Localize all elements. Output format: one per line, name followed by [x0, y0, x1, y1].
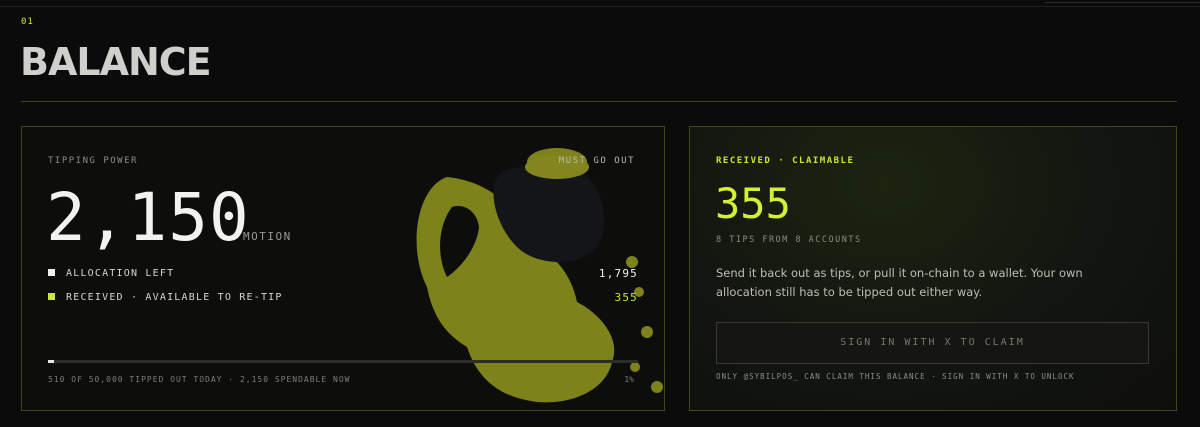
title-divider — [21, 101, 1177, 102]
tip-progress-bar — [48, 360, 638, 363]
page-title: BALANCE — [20, 40, 212, 84]
falling-coin — [630, 362, 640, 372]
tipping-power-amount: 2,150 — [46, 179, 250, 256]
tipping-power-card: TIPPING POWER MUST GO OUT 2,150 MOTION A… — [21, 126, 665, 411]
progress-caption: 510 OF 50,000 TIPPED OUT TODAY · 2,150 S… — [48, 375, 351, 384]
allocation-left-label: ALLOCATION LEFT — [66, 268, 175, 279]
must-go-out-tag: MUST GO OUT — [558, 156, 635, 166]
received-retip-label: RECEIVED · AVAILABLE TO RE-TIP — [66, 292, 283, 303]
received-retip-value: 355 — [614, 291, 638, 304]
tip-progress-fill — [48, 360, 54, 363]
allocation-left-value: 1,795 — [598, 267, 638, 280]
section-number: 01 — [21, 17, 34, 27]
sign-in-claim-button[interactable]: SIGN IN WITH X TO CLAIM — [716, 322, 1149, 364]
falling-coin — [641, 326, 653, 338]
received-claimable-card: RECEIVED · CLAIMABLE 355 8 TIPS FROM 8 A… — [689, 126, 1177, 411]
claim-note: ONLY @SYBILPOS_ CAN CLAIM THIS BALANCE ·… — [716, 372, 1075, 381]
legend-square-accent — [48, 293, 55, 300]
progress-percent: 1% — [624, 375, 634, 384]
falling-coin — [651, 381, 663, 393]
amount-unit: MOTION — [243, 230, 292, 243]
tipping-power-label: TIPPING POWER — [48, 156, 138, 166]
received-claimable-label: RECEIVED · CLAIMABLE — [716, 156, 855, 166]
received-amount: 355 — [715, 179, 791, 228]
top-tab-edge — [1045, 0, 1200, 3]
tips-subtitle: 8 TIPS FROM 8 ACCOUNTS — [716, 235, 862, 245]
legend-square-white — [48, 269, 55, 276]
top-border — [0, 0, 1200, 7]
received-description: Send it back out as tips, or pull it on-… — [716, 266, 1083, 299]
